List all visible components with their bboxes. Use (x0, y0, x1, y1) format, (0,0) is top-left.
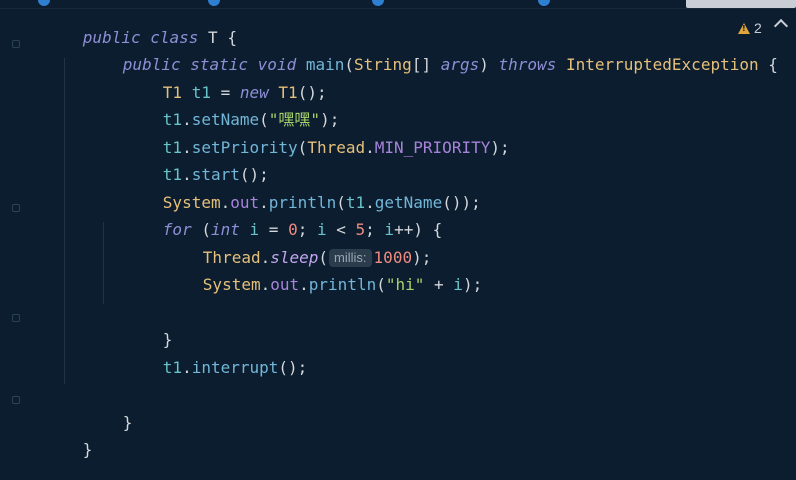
punctuation: . (260, 275, 271, 294)
keyword: throws (498, 55, 557, 74)
fold-marker-icon[interactable] (12, 314, 20, 322)
punctuation: ()); (442, 193, 481, 212)
warning-icon (738, 22, 750, 34)
field-name: out (270, 275, 300, 294)
parameter: args (440, 55, 480, 74)
method-name: println (308, 275, 377, 294)
type-name: System (202, 275, 261, 294)
fold-marker-icon[interactable] (12, 396, 20, 404)
punctuation: ( (297, 138, 308, 157)
variable: i (453, 275, 463, 294)
tab-file-icon[interactable] (208, 0, 220, 6)
punctuation: . (365, 138, 375, 157)
editor-gutter (0, 0, 28, 442)
type-name: String (354, 55, 412, 74)
punctuation: } (122, 413, 133, 432)
method-name: interrupt (191, 358, 279, 377)
type-name: InterruptedException (565, 55, 759, 74)
tab-file-icon[interactable] (38, 0, 50, 6)
type-name: Thread (307, 138, 366, 157)
code-editor[interactable]: 2 public class T { public static void ma… (0, 0, 796, 459)
code-line: System.out.println("hi" + i); (145, 255, 482, 315)
punctuation: [] (411, 55, 441, 74)
fold-marker-icon[interactable] (12, 204, 20, 212)
code-line: t1.interrupt(); (105, 338, 308, 398)
punctuation: ( (376, 275, 386, 294)
tab-file-icon[interactable] (372, 0, 384, 6)
code-line: } (25, 420, 93, 480)
punctuation: ); (462, 275, 483, 294)
punctuation: } (82, 440, 93, 459)
punctuation: ( (344, 55, 355, 74)
warning-count: 2 (754, 20, 762, 36)
tab-file-icon[interactable] (538, 0, 550, 6)
indent-guide (64, 58, 65, 384)
punctuation: . (182, 358, 192, 377)
indent-guide (103, 222, 104, 304)
punctuation: ) (479, 55, 499, 74)
chevron-up-icon[interactable] (773, 18, 789, 34)
string-literal: "hi" (385, 275, 425, 294)
fold-marker-icon[interactable] (12, 40, 20, 48)
punctuation: { (758, 55, 778, 74)
tab-active[interactable] (686, 0, 796, 8)
constant: MIN_PRIORITY (374, 138, 491, 157)
punctuation: (); (278, 358, 308, 377)
variable: t1 (162, 358, 183, 377)
punctuation: ); (490, 138, 510, 157)
operator: + (424, 275, 454, 294)
punctuation: . (299, 275, 309, 294)
